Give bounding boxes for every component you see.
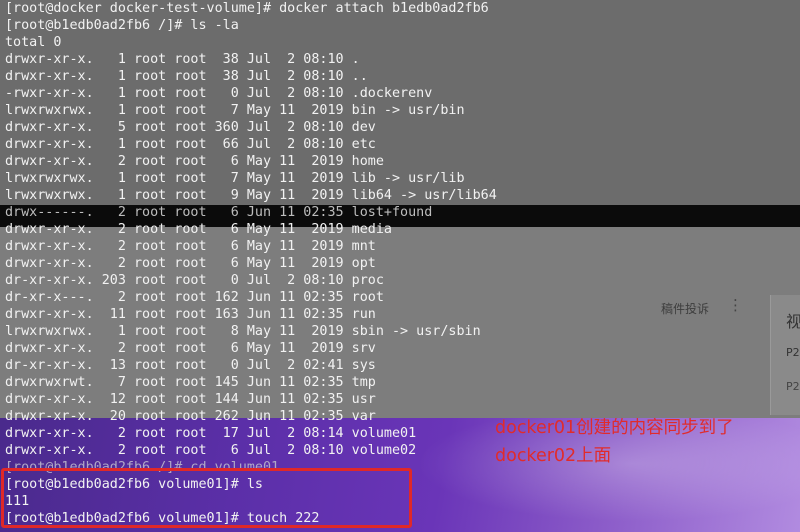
terminal-line: dr-xr-xr-x. 13 root root 0 Jul 2 02:41 s… bbox=[5, 358, 376, 373]
terminal-line: drwxr-xr-x. 12 root root 144 Jun 11 02:3… bbox=[5, 392, 376, 407]
terminal-line: drwxr-xr-x. 2 root root 6 May 11 2019 mn… bbox=[5, 239, 376, 254]
terminal-line: drwxr-xr-x. 1 root root 38 Jul 2 08:10 .… bbox=[5, 69, 368, 84]
terminal-line: dr-xr-x---. 2 root root 162 Jun 11 02:35… bbox=[5, 290, 384, 305]
terminal-line: [root@b1edb0ad2fb6 /]# ls -la bbox=[5, 18, 239, 33]
annotation-line-1: docker01创建的内容同步到了 bbox=[495, 418, 734, 438]
terminal-line: drwxr-xr-x. 2 root root 6 May 11 2019 ho… bbox=[5, 154, 384, 169]
terminal-line: drwxr-xr-x. 5 root root 360 Jul 2 08:10 … bbox=[5, 120, 376, 135]
terminal-line: dr-xr-xr-x. 203 root root 0 Jul 2 08:10 … bbox=[5, 273, 384, 288]
terminal-line: [root@docker docker-test-volume]# docker… bbox=[5, 1, 489, 16]
terminal-line: drwxrwxrwt. 7 root root 145 Jun 11 02:35… bbox=[5, 375, 376, 390]
terminal-line: drwx------. 2 root root 6 Jun 11 02:35 l… bbox=[5, 205, 433, 220]
highlight-box bbox=[1, 468, 412, 528]
annotation-note: docker01创建的内容同步到了 docker02上面 bbox=[495, 414, 734, 470]
terminal-line: drwxr-xr-x. 11 root root 163 Jun 11 02:3… bbox=[5, 307, 376, 322]
terminal-line: drwxr-xr-x. 2 root root 6 May 11 2019 me… bbox=[5, 222, 392, 237]
terminal-line: lrwxrwxrwx. 1 root root 7 May 11 2019 bi… bbox=[5, 103, 465, 118]
terminal-line: lrwxrwxrwx. 1 root root 7 May 11 2019 li… bbox=[5, 171, 465, 186]
terminal-line: drwxr-xr-x. 1 root root 66 Jul 2 08:10 e… bbox=[5, 137, 376, 152]
terminal-line: drwxr-xr-x. 1 root root 38 Jul 2 08:10 . bbox=[5, 52, 360, 67]
annotation-line-2: docker02上面 bbox=[495, 446, 612, 466]
terminal-line: total 0 bbox=[5, 35, 62, 50]
terminal-line: lrwxrwxrwx. 1 root root 8 May 11 2019 sb… bbox=[5, 324, 481, 339]
terminal-line: drwxr-xr-x. 2 root root 6 May 11 2019 op… bbox=[5, 256, 376, 271]
terminal-line: lrwxrwxrwx. 1 root root 9 May 11 2019 li… bbox=[5, 188, 497, 203]
terminal-line: drwxr-xr-x. 2 root root 6 May 11 2019 sr… bbox=[5, 341, 376, 356]
terminal-line: -rwxr-xr-x. 1 root root 0 Jul 2 08:10 .d… bbox=[5, 86, 433, 101]
